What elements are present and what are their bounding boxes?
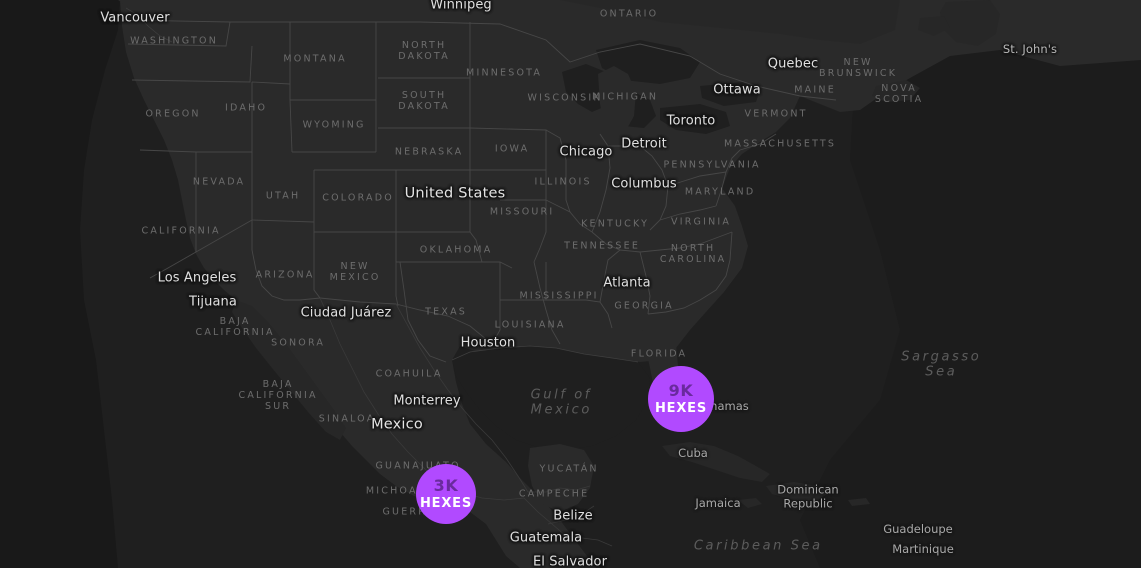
hex-cluster-marker[interactable]: 9K HEXES <box>648 366 714 432</box>
cluster-count-label: 9K <box>668 381 694 400</box>
map-viewport[interactable]: .land { fill: #2a2a2a; } .land2 { fill: … <box>0 0 1141 568</box>
cluster-count-label: 3K <box>433 476 459 495</box>
hex-cluster-marker[interactable]: 3K HEXES <box>416 464 476 524</box>
cluster-unit-label: HEXES <box>419 496 473 511</box>
map-base-layer: .land { fill: #2a2a2a; } .land2 { fill: … <box>0 0 1141 568</box>
cluster-unit-label: HEXES <box>654 401 708 416</box>
